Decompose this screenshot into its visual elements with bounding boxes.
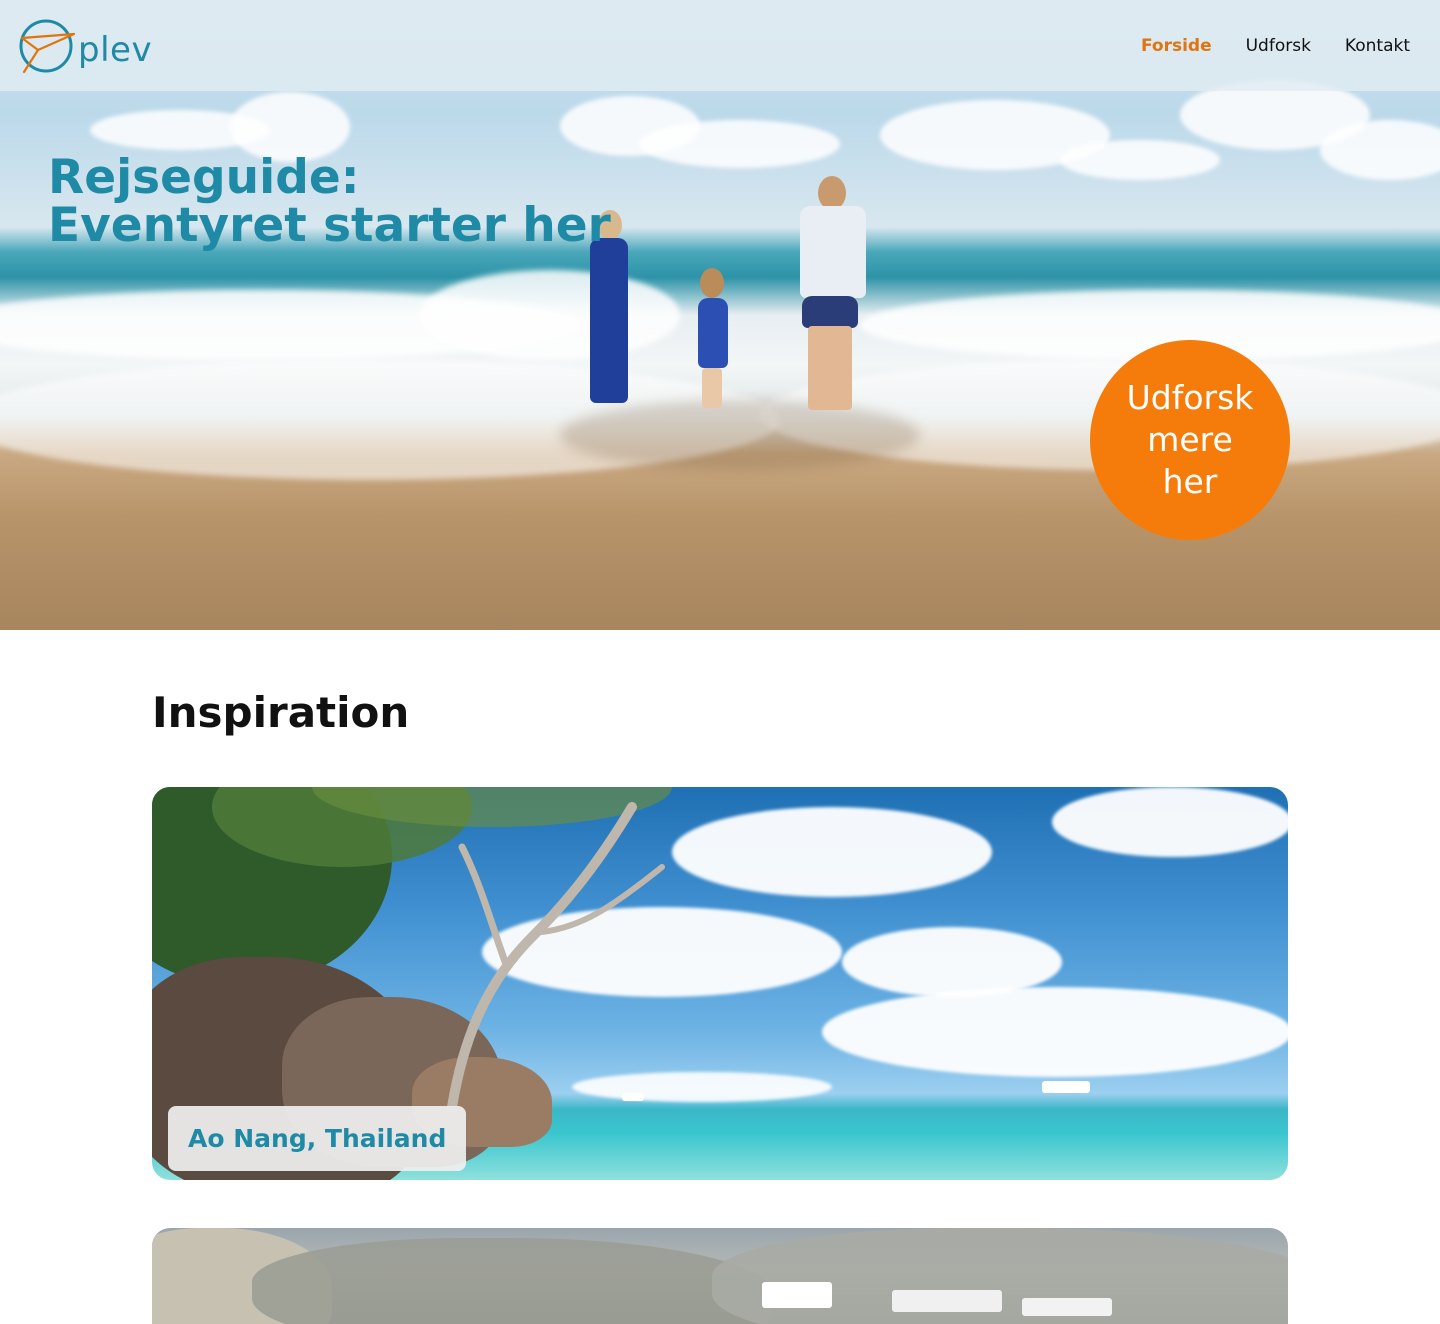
card-title: Ao Nang, Thailand (168, 1106, 467, 1171)
destination-card[interactable] (152, 1228, 1288, 1324)
cloud (1320, 120, 1440, 180)
cta-line1: Udforsk (1126, 378, 1254, 417)
boat (622, 1093, 644, 1101)
cta-line3: her (1162, 462, 1218, 501)
nav-udforsk[interactable]: Udforsk (1246, 36, 1311, 56)
person-man (792, 176, 872, 412)
hero-title: Rejseguide: Eventyret starter her (48, 154, 611, 250)
building (1022, 1298, 1112, 1316)
cloud (672, 807, 992, 897)
building (762, 1282, 832, 1308)
cloud (1060, 140, 1220, 180)
main-nav: Forside Udforsk Kontakt (1141, 36, 1410, 56)
nav-forside[interactable]: Forside (1141, 36, 1212, 56)
cliff (252, 1238, 772, 1324)
tree-trunk (447, 802, 665, 1107)
destination-card[interactable]: Ao Nang, Thailand (152, 787, 1288, 1180)
building (892, 1290, 1002, 1312)
cloud (822, 987, 1288, 1077)
cta-line2: mere (1147, 420, 1233, 459)
header-bar: plev Forside Udforsk Kontakt (0, 0, 1440, 91)
cloud (1052, 787, 1288, 857)
hero-title-line2: Eventyret starter her (48, 198, 611, 253)
nav-kontakt[interactable]: Kontakt (1345, 36, 1410, 56)
logo[interactable]: plev (16, 16, 156, 78)
person-child (686, 268, 740, 408)
hero-banner: plev Forside Udforsk Kontakt Rejseguide:… (0, 0, 1440, 630)
boat (1042, 1081, 1090, 1093)
logo-wordmark: plev (78, 30, 153, 70)
wave-foam (420, 270, 680, 360)
inspiration-heading: Inspiration (152, 688, 410, 737)
hero-title-line1: Rejseguide: (48, 150, 360, 205)
explore-more-button[interactable]: Udforsk mere her (1090, 340, 1290, 540)
cloud (640, 120, 840, 168)
